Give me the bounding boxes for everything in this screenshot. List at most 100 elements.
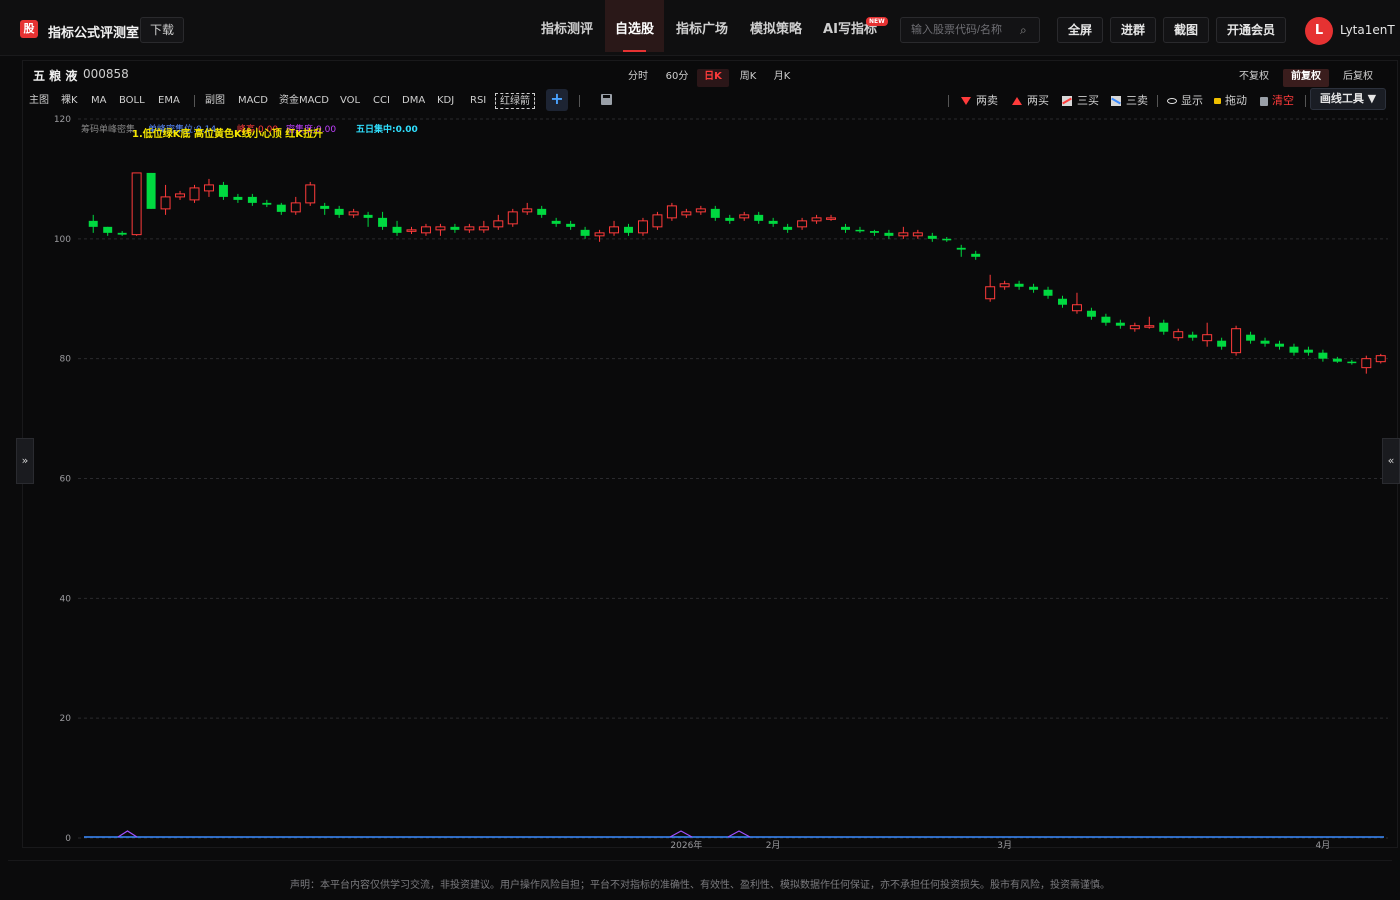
candle[interactable] [609,220,620,236]
candle[interactable] [1188,331,1198,341]
candle[interactable] [1303,346,1313,356]
candle[interactable] [884,229,894,239]
candle[interactable] [637,217,648,236]
candle[interactable] [666,202,677,221]
y-tick-label: 0 [65,834,71,844]
candle[interactable] [1318,349,1328,362]
candle[interactable] [1246,331,1256,344]
candle[interactable] [146,172,156,209]
candle[interactable] [551,217,561,227]
candle[interactable] [1115,319,1125,329]
footer-divider [8,860,1392,861]
candle[interactable] [927,232,937,242]
candle[interactable] [1361,355,1372,374]
x-tick-label: 4月 [1316,840,1331,851]
candle[interactable] [175,190,186,200]
candle[interactable] [942,237,952,242]
candle[interactable] [203,178,214,197]
candle[interactable] [262,199,272,208]
candle[interactable] [912,229,923,239]
candle[interactable] [189,184,200,203]
candle[interactable] [464,223,475,233]
candle[interactable] [1129,322,1140,332]
x-axis: 2026年 2月 3月 4月 [670,839,1330,851]
candle[interactable] [1058,295,1067,308]
candle[interactable] [420,223,431,236]
candle[interactable] [797,217,808,230]
candle[interactable] [276,202,286,215]
candle[interactable] [869,229,879,236]
candle[interactable] [522,202,533,215]
candle[interactable] [435,223,446,236]
candle[interactable] [1260,337,1270,347]
candle[interactable] [739,211,750,221]
candle[interactable] [1289,343,1299,356]
candle[interactable] [1347,359,1357,365]
candle[interactable] [392,220,402,236]
candle[interactable] [985,274,996,302]
candle[interactable] [103,226,113,236]
candle[interactable] [450,223,460,233]
candle[interactable] [1231,325,1242,356]
candle[interactable] [580,226,590,239]
candle[interactable] [406,226,417,235]
candle[interactable] [378,211,388,230]
candle[interactable] [754,211,764,224]
candle[interactable] [999,280,1010,290]
candle[interactable] [1217,337,1227,350]
candle[interactable] [695,205,706,215]
candle[interactable] [624,223,633,236]
candle[interactable] [1071,292,1082,314]
y-tick-label: 20 [60,714,72,724]
candle[interactable] [507,208,518,227]
candle[interactable] [783,223,793,233]
candle[interactable] [160,184,171,215]
candle[interactable] [88,214,98,233]
candle[interactable] [363,211,373,227]
candle[interactable] [537,205,547,218]
expand-right-panel-button[interactable]: « [1382,438,1400,484]
candle[interactable] [1202,322,1213,347]
candle[interactable] [681,208,692,218]
candle[interactable] [768,217,778,227]
candle[interactable] [725,214,735,224]
candle[interactable] [290,196,301,215]
candle[interactable] [841,223,850,233]
candle[interactable] [1275,340,1284,350]
candle[interactable] [1375,353,1386,364]
candle[interactable] [1101,313,1111,326]
candle[interactable] [811,214,822,224]
candle[interactable] [305,181,316,206]
candle[interactable] [1173,328,1184,341]
candle[interactable] [1332,356,1342,363]
candle[interactable] [218,181,228,200]
candle[interactable] [117,231,127,236]
y-tick-label: 80 [60,355,72,365]
candle[interactable] [898,226,909,239]
indicator-peak [669,830,693,838]
candle[interactable] [1144,316,1155,329]
candle[interactable] [348,208,359,218]
candle[interactable] [956,244,966,257]
candle[interactable] [247,193,257,206]
candle[interactable] [1159,319,1169,335]
candle[interactable] [566,220,576,230]
candle[interactable] [1014,280,1024,290]
candle[interactable] [1086,307,1096,320]
candle[interactable] [594,229,605,242]
candle[interactable] [478,220,489,233]
candle[interactable] [320,202,330,215]
candle[interactable] [131,172,142,236]
candle[interactable] [334,205,344,218]
expand-left-panel-button[interactable]: » [16,438,34,484]
candle[interactable] [855,226,865,233]
candle[interactable] [652,211,663,230]
candlestick-chart[interactable]: 0 20 40 60 80 100 120 2026年 2月 3月 4月 筹码单峰密集 单峰密集位… [0,0,1400,860]
candle[interactable] [1029,283,1039,293]
candle[interactable] [971,250,981,260]
candle[interactable] [233,193,243,203]
candle[interactable] [826,214,837,221]
candle[interactable] [710,205,720,221]
candle[interactable] [1043,286,1053,299]
candle[interactable] [493,214,504,230]
